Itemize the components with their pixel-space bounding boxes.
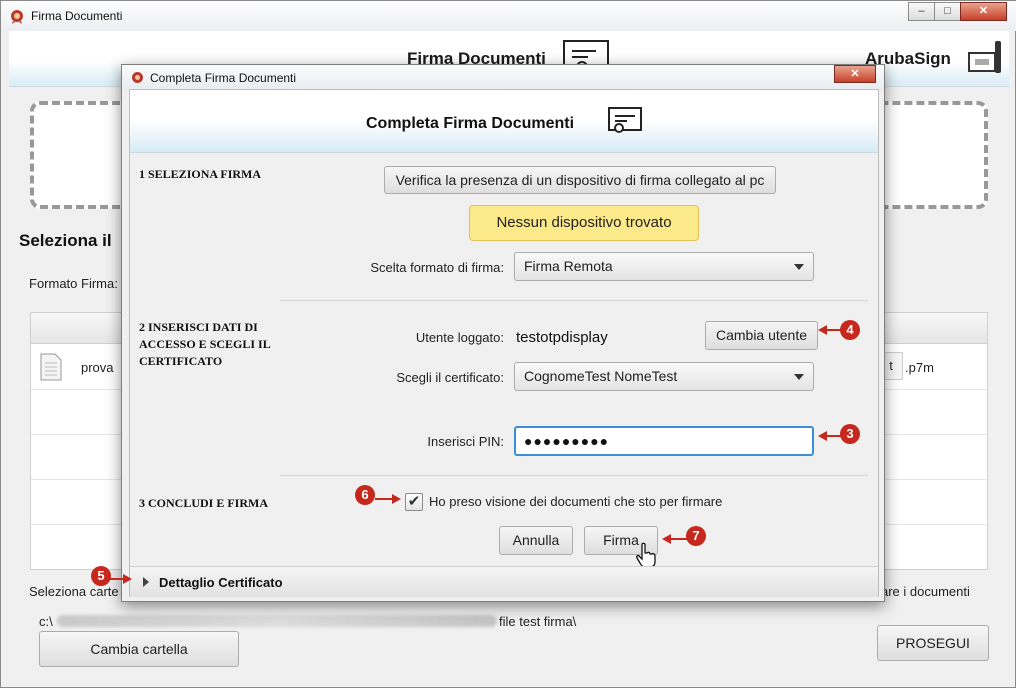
change-folder-button[interactable]: Cambia cartella: [39, 631, 239, 667]
user-label: Utente loggato:: [415, 330, 504, 345]
certificate-icon: [608, 107, 642, 133]
section-2-label: 2 INSERISCI DATI DI ACCESSO E SCEGLI IL …: [139, 319, 271, 370]
arrow-6-head: [392, 494, 401, 504]
document-icon: [40, 353, 62, 381]
marker-5: 5: [91, 566, 111, 586]
dialog-titlebar: Completa Firma Documenti ✕: [122, 65, 884, 89]
certificate-label: Scegli il certificato:: [396, 370, 504, 385]
section-1-label: 1 SELEZIONA FIRMA: [139, 167, 262, 181]
triangle-right-icon: [143, 577, 149, 587]
hand-cursor-icon: [636, 542, 656, 568]
folder-hint-right: are i documenti: [881, 584, 970, 599]
main-titlebar: Firma Documenti – □ ✕: [1, 1, 1016, 31]
dialog-close-button[interactable]: ✕: [834, 65, 876, 83]
separator: [280, 475, 868, 476]
aruba-seal-icon: [11, 10, 23, 24]
arrow-5-shaft: [110, 578, 124, 580]
cancel-button[interactable]: Annulla: [499, 526, 573, 555]
details-toggle-label: Dettaglio Certificato: [159, 575, 283, 590]
minimize-button[interactable]: –: [908, 2, 935, 21]
arrow-6-shaft: [375, 498, 393, 500]
status-message: Nessun dispositivo trovato: [469, 205, 699, 241]
confirm-checkbox-label: Ho preso visione dei documenti che sto p…: [429, 494, 723, 509]
dialog-title: Completa Firma Documenti: [150, 71, 297, 85]
arrow-5-head: [123, 574, 132, 584]
sign-dialog: Completa Firma Documenti ✕ Completa Firm…: [121, 64, 885, 602]
window-title: Firma Documenti: [31, 9, 123, 23]
dialog-header: Completa Firma Documenti: [130, 90, 878, 153]
user-value: testotpdisplay: [516, 329, 608, 346]
smartcard-reader-icon: [968, 41, 1001, 73]
separator: [280, 300, 868, 301]
folder-path-prefix: c:\: [39, 614, 53, 629]
section-title: Seleziona il: [19, 231, 112, 250]
dialog-header-title: Completa Firma Documenti: [366, 115, 575, 132]
section-3-label: 3 CONCLUDI E FIRMA: [139, 496, 268, 510]
certificate-select[interactable]: CognomeTest NomeTest: [514, 362, 814, 391]
format-select[interactable]: Firma Remota: [514, 252, 814, 281]
next-button[interactable]: PROSEGUI: [877, 625, 989, 661]
marker-7: 7: [686, 526, 706, 546]
certificate-select-value: CognomeTest NomeTest: [524, 368, 678, 384]
format-label: Formato Firma:: [29, 276, 118, 291]
pin-label: Inserisci PIN:: [427, 434, 504, 449]
folder-hint-left: Seleziona carte: [29, 584, 119, 599]
details-toggle-bar[interactable]: Dettaglio Certificato: [130, 566, 878, 597]
chevron-down-icon: [794, 374, 804, 380]
blurred-path: [57, 615, 497, 627]
maximize-button[interactable]: □: [934, 2, 961, 21]
format-select-value: Firma Remota: [524, 258, 613, 274]
folder-path-end: file test firma\: [499, 614, 577, 629]
pin-input[interactable]: ●●●●●●●●●: [514, 426, 814, 456]
change-user-button[interactable]: Cambia utente: [705, 321, 818, 350]
check-device-button[interactable]: Verifica la presenza di un dispositivo d…: [384, 166, 776, 194]
file-extension: .p7m: [905, 360, 934, 375]
section-2-label-line: ACCESSO E SCEGLI IL: [139, 337, 271, 351]
marker-4: 4: [840, 320, 860, 340]
file-name: prova: [81, 360, 114, 375]
marker-3: 3: [840, 424, 860, 444]
marker-6: 6: [355, 485, 375, 505]
dialog-body: Completa Firma Documenti 1 SELEZIONA FIR…: [129, 89, 879, 597]
chevron-down-icon: [794, 264, 804, 270]
format-select-label: Scelta formato di firma:: [370, 260, 504, 275]
aruba-seal-icon: [132, 72, 143, 83]
close-button[interactable]: ✕: [960, 2, 1007, 21]
section-2-label-line: CERTIFICATO: [139, 354, 223, 368]
section-2-label-line: 2 INSERISCI DATI DI: [139, 320, 258, 334]
confirm-checkbox[interactable]: ✔: [405, 493, 423, 511]
